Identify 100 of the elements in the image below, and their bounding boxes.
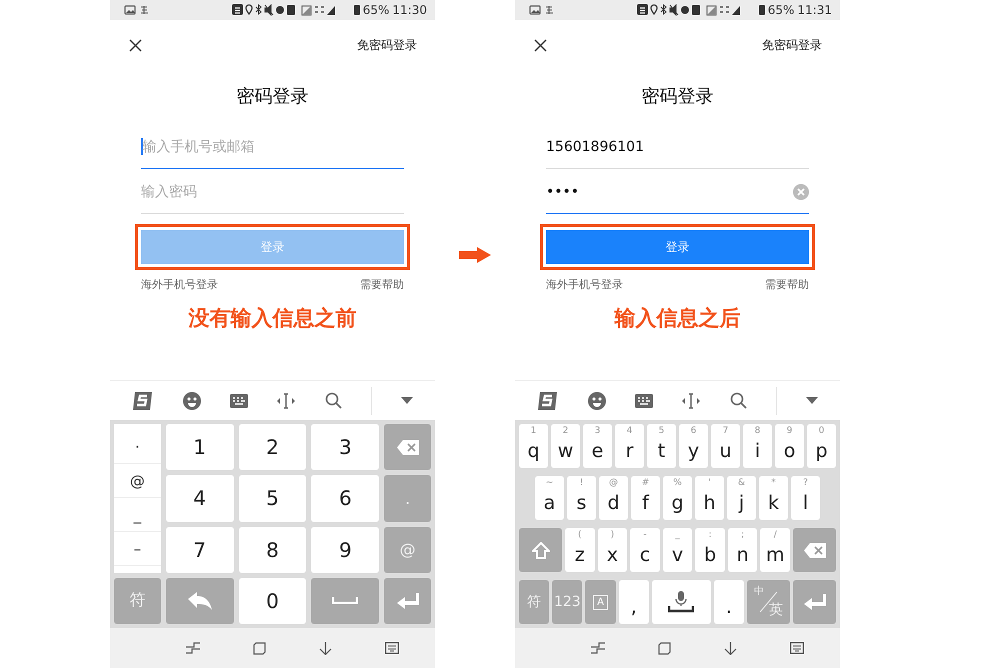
keyboard-key[interactable]: .	[714, 580, 744, 624]
key-label: A	[593, 594, 608, 610]
annotation-caption: 没有输入信息之前	[187, 305, 358, 332]
down-arrow-icon[interactable]	[724, 642, 737, 654]
keyboard-key[interactable]: 2 w	[551, 424, 580, 468]
key-hint: 1	[530, 426, 538, 436]
emoji-icon[interactable]	[588, 392, 606, 410]
keyboard-key[interactable]: 4	[166, 475, 234, 522]
keyboard-key[interactable]: & j	[727, 476, 756, 520]
symbol-key[interactable]: ·	[114, 430, 161, 464]
key-hint: (	[577, 530, 583, 540]
keyboard-key[interactable]: ) x	[598, 528, 628, 572]
close-icon[interactable]	[129, 38, 142, 52]
keyboard-switch-icon[interactable]	[790, 642, 804, 654]
key-hint: '	[707, 478, 712, 488]
keyboard-key[interactable]: * k	[759, 476, 788, 520]
keyboard-key[interactable]: 8 i	[743, 424, 772, 468]
keyboard-key[interactable]: 3	[311, 424, 380, 470]
keyboard-key[interactable]: % g	[663, 476, 692, 520]
passwordless-login-link[interactable]: 免密码登录	[762, 36, 822, 54]
recent-apps-icon[interactable]	[186, 642, 200, 654]
keyboard-key[interactable]: / m	[760, 528, 790, 572]
key-hint: *	[770, 478, 777, 488]
keyboard-key[interactable]: # f	[631, 476, 660, 520]
dropdown-icon[interactable]	[806, 397, 818, 404]
key-hint: :	[708, 530, 713, 540]
backspace-icon	[396, 440, 419, 455]
keyboard-key[interactable]: 4 r	[615, 424, 644, 468]
home-icon[interactable]	[658, 642, 672, 654]
keyboard-icon[interactable]	[230, 394, 248, 408]
backspace-icon	[804, 542, 826, 558]
keyboard-key[interactable]: 1	[166, 424, 234, 470]
help-link[interactable]: 需要帮助	[765, 277, 809, 292]
keyboard-key[interactable]: 9 o	[775, 424, 804, 468]
input-field[interactable]: 15601896101	[546, 125, 809, 169]
key-hint: 0	[818, 426, 826, 436]
keyboard-key[interactable]: ~ a	[535, 476, 564, 520]
input-method-logo-icon[interactable]	[537, 390, 560, 410]
keyboard-icon[interactable]	[634, 394, 653, 408]
keyboard-key[interactable]: 9	[311, 526, 380, 573]
keyboard-key[interactable]: 7 u	[711, 424, 740, 468]
login-button[interactable]: 登录	[546, 230, 809, 264]
symbol-key[interactable]: @	[114, 464, 161, 498]
keyboard-key[interactable]: ,	[618, 580, 649, 624]
keyboard-key[interactable]: 5	[238, 475, 306, 522]
symbol-key[interactable]: _	[114, 498, 161, 532]
help-link[interactable]: 海外手机号登录	[546, 277, 623, 292]
recent-apps-icon[interactable]	[591, 642, 606, 654]
search-icon[interactable]	[730, 392, 748, 409]
keyboard-key[interactable]: 8	[238, 526, 306, 573]
keyboard-key[interactable]	[652, 580, 711, 624]
keyboard-key[interactable]: : b	[695, 528, 725, 572]
input-method-logo-icon[interactable]	[132, 390, 154, 410]
key-hint: 8	[754, 426, 762, 436]
key-hint: -	[642, 530, 648, 540]
key-hint: ~	[544, 478, 554, 488]
input-field[interactable]: ••••	[546, 170, 809, 214]
key-hint: 5	[658, 426, 666, 436]
keyboard-key[interactable]: 6 y	[679, 424, 708, 468]
page-title: 密码登录	[236, 85, 310, 109]
keyboard-key[interactable]: 1 q	[519, 424, 548, 468]
help-link[interactable]: 需要帮助	[360, 277, 404, 292]
key-hint: 2	[562, 426, 570, 436]
keyboard-key[interactable]: ; n	[728, 528, 758, 572]
keyboard-key[interactable]: 7	[166, 526, 234, 573]
passwordless-login-link[interactable]: 免密码登录	[357, 36, 417, 54]
key-hint: #	[640, 478, 650, 488]
keyboard-key[interactable]: - c	[630, 528, 660, 572]
emoji-icon[interactable]	[183, 392, 202, 410]
cursor-icon[interactable]	[681, 392, 702, 408]
keyboard-key[interactable]: _ v	[662, 528, 692, 572]
keyboard-key[interactable]: 6	[311, 475, 380, 522]
keyboard-key[interactable]: 0 p	[807, 424, 836, 468]
keyboard-key[interactable]: ? l	[791, 476, 820, 520]
keyboard-key[interactable]: 0	[238, 578, 306, 624]
key-hint: !	[578, 478, 584, 488]
home-icon[interactable]	[253, 642, 266, 654]
symbol-key[interactable]: –	[114, 532, 161, 566]
cursor-icon[interactable]	[276, 392, 296, 408]
help-link[interactable]: 海外手机号登录	[141, 277, 218, 292]
status-time: 11:30	[392, 3, 427, 17]
keyboard-switch-icon[interactable]	[384, 642, 399, 654]
keyboard-key[interactable]: 3 e	[583, 424, 612, 468]
dropdown-icon[interactable]	[400, 397, 413, 404]
search-icon[interactable]	[325, 392, 342, 409]
undo-arrow-icon	[188, 592, 212, 610]
annotation-caption: 输入信息之后	[613, 305, 742, 332]
key-hint: _	[674, 530, 681, 540]
keyboard-key[interactable]: 5 t	[647, 424, 676, 468]
keyboard-key[interactable]: ( z	[565, 528, 595, 572]
key-hint: /	[772, 530, 778, 540]
close-icon[interactable]	[534, 38, 547, 52]
keyboard-key[interactable]: ' h	[695, 476, 724, 520]
page-title: 密码登录	[640, 85, 714, 109]
keyboard-key[interactable]: ! s	[567, 476, 596, 520]
keyboard-key[interactable]: 2	[238, 424, 306, 470]
key-hint: 6	[690, 426, 698, 436]
keyboard-key[interactable]: @ d	[599, 476, 628, 520]
down-arrow-icon[interactable]	[318, 642, 332, 654]
key-hint: ?	[802, 478, 809, 488]
